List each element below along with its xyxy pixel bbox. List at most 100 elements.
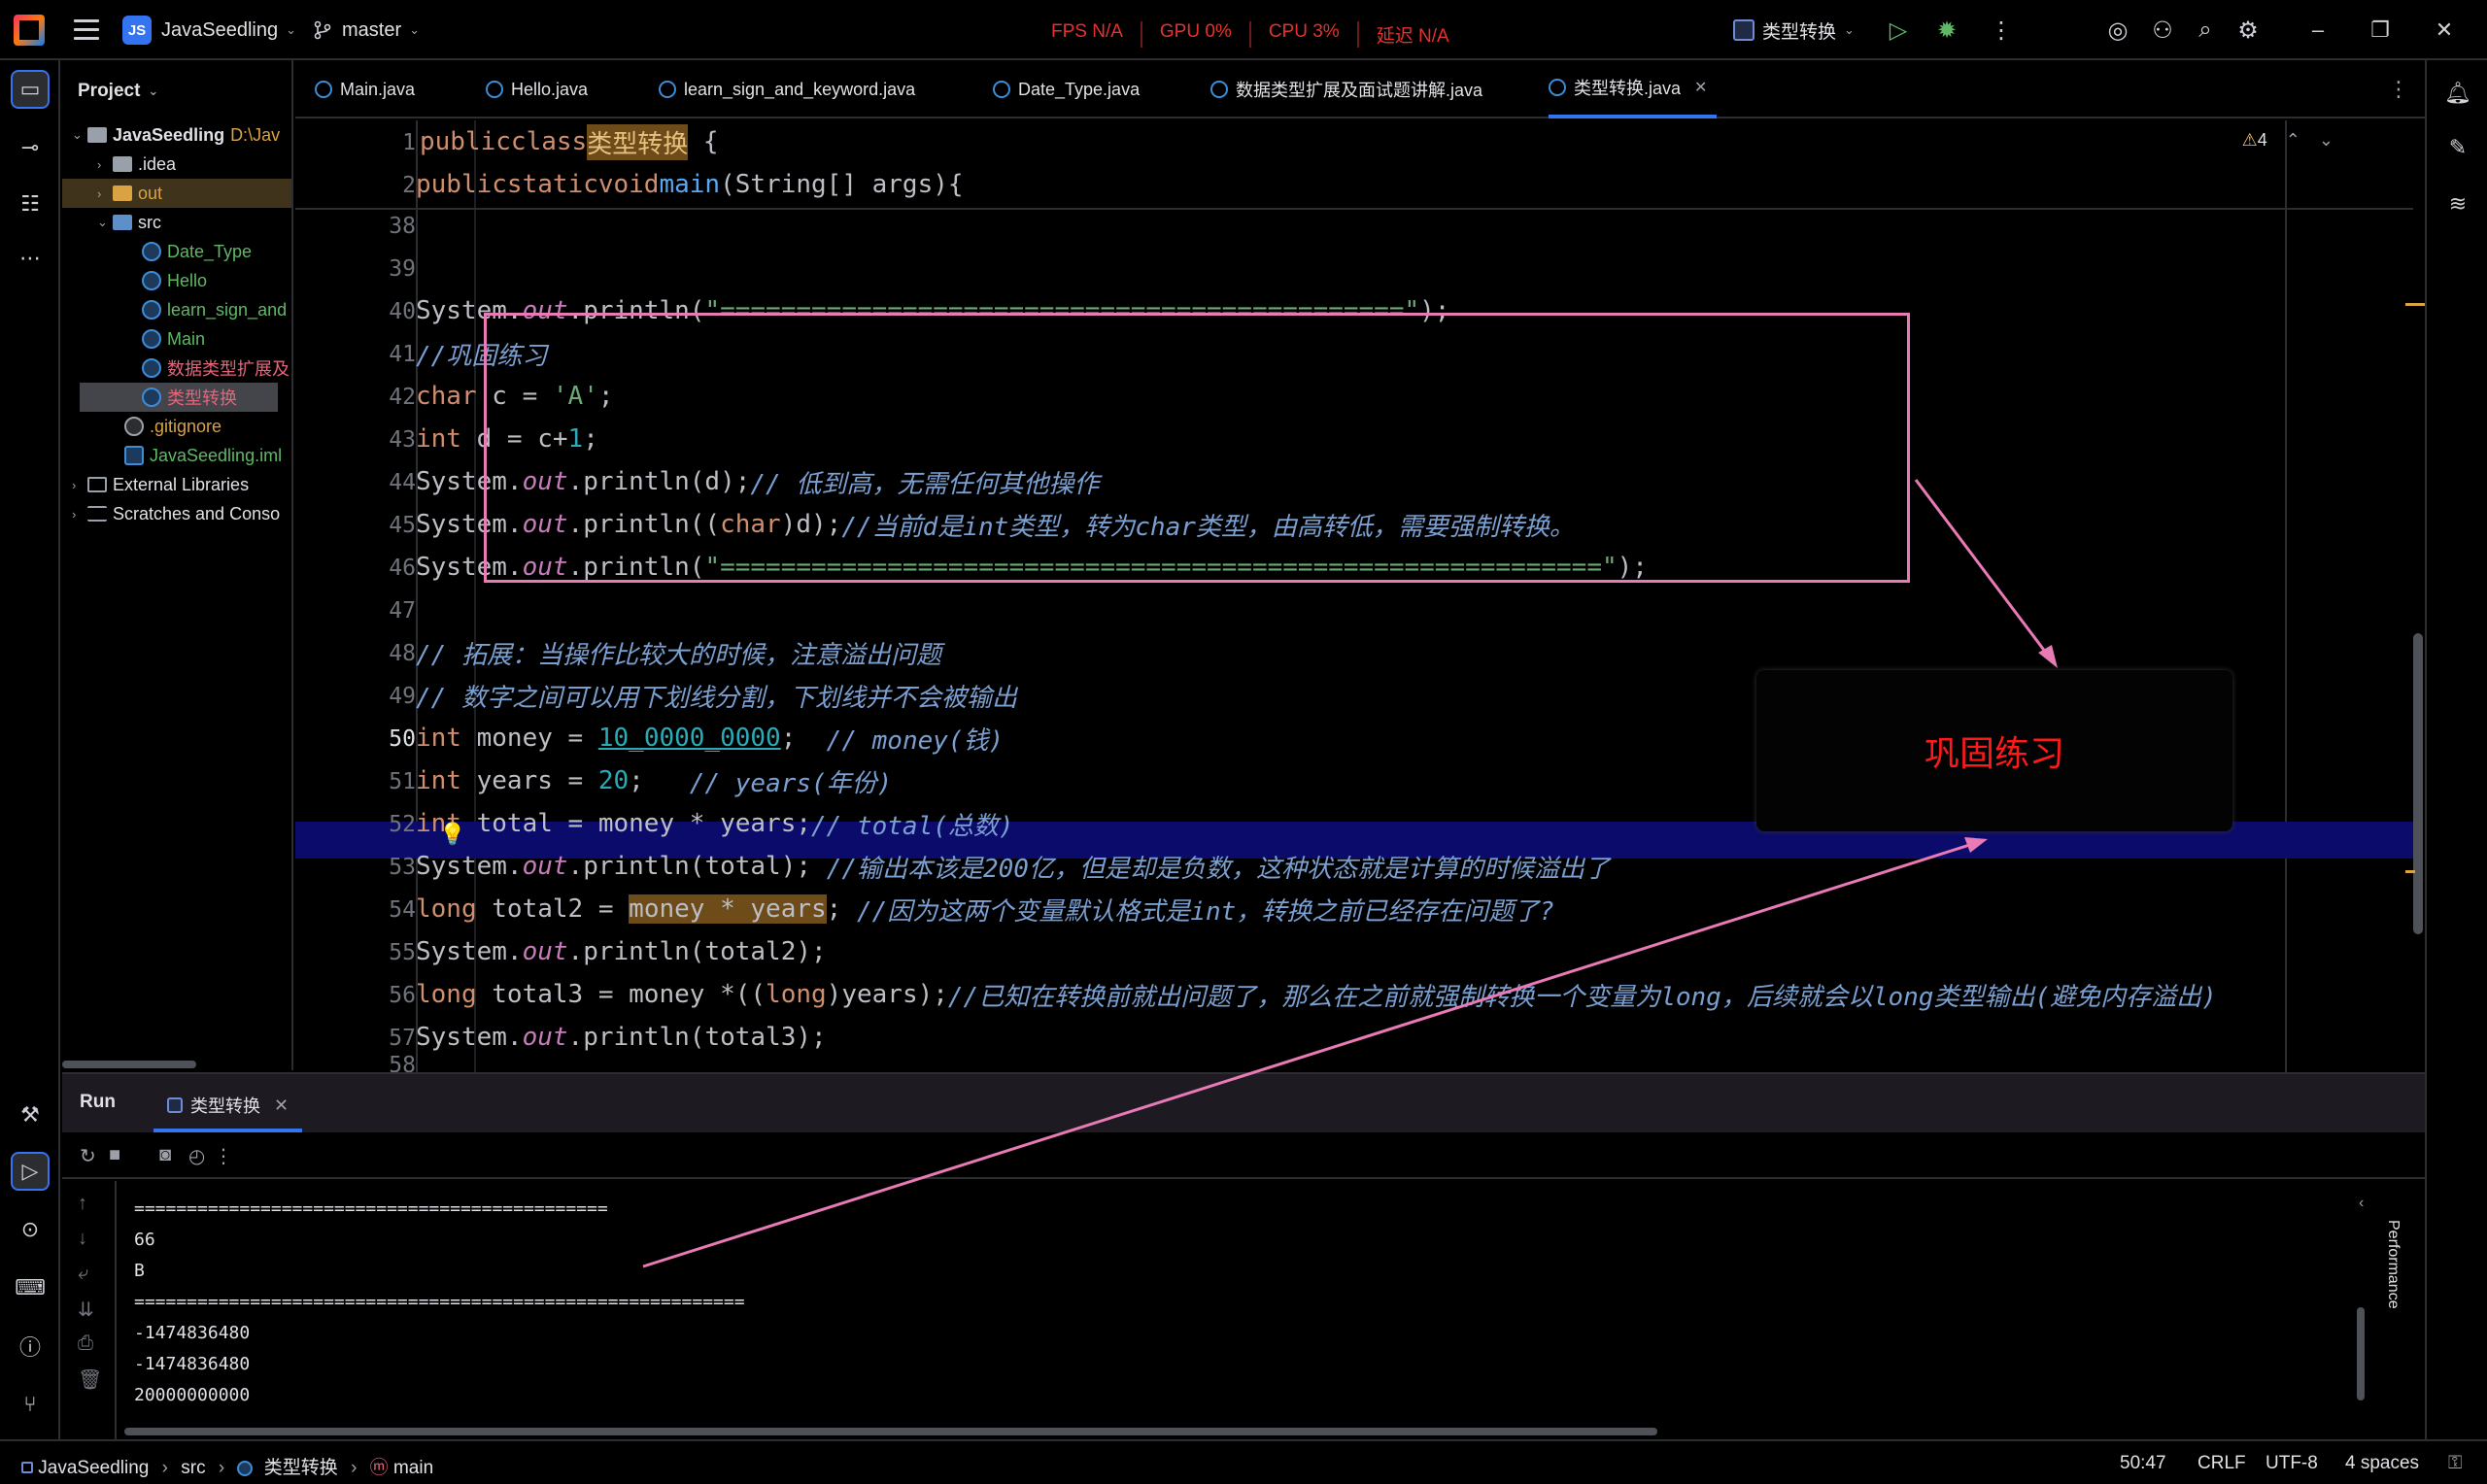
- breadcrumb-src[interactable]: src: [181, 1458, 205, 1478]
- tree-item-type-conversion[interactable]: 类型转换: [80, 383, 278, 412]
- tree-item-src[interactable]: ⌄ src: [97, 208, 161, 237]
- ai-assistant-icon[interactable]: ◎: [2104, 17, 2131, 44]
- ai-chat-icon[interactable]: ✎: [2438, 128, 2477, 167]
- tree-item-out[interactable]: › out: [62, 179, 291, 208]
- tree-label: learn_sign_and: [167, 299, 288, 320]
- trash-icon[interactable]: 🗑︎: [78, 1367, 102, 1392]
- tab-learn-sign-java[interactable]: learn_sign_and_keyword.java: [659, 60, 915, 118]
- build-tool-icon[interactable]: ⚒: [11, 1096, 50, 1134]
- run-toolbar: ↻ ■ ◙ ◴ ⋮: [62, 1134, 2425, 1179]
- tab-hello-java[interactable]: Hello.java: [486, 60, 588, 118]
- collapsed-arrow-icon[interactable]: ›: [72, 478, 87, 492]
- run-tab-label: 类型转换: [190, 1096, 260, 1116]
- tree-item-iml[interactable]: JavaSeedling.iml: [124, 441, 282, 470]
- close-window-button[interactable]: ✕: [2425, 14, 2464, 47]
- tree-item-idea[interactable]: › .idea: [97, 150, 176, 179]
- tab-main-java[interactable]: Main.java: [315, 60, 415, 118]
- add-user-icon[interactable]: ⚇: [2149, 17, 2176, 44]
- annotation-callout: 巩固练习: [1756, 670, 2232, 831]
- branch-widget[interactable]: master ⌄: [313, 14, 420, 47]
- console-horizontal-scrollbar[interactable]: [124, 1428, 1657, 1435]
- run-tool-icon[interactable]: ▷: [11, 1152, 50, 1191]
- collapsed-arrow-icon[interactable]: ›: [97, 186, 113, 201]
- stop-icon[interactable]: ■: [109, 1144, 120, 1166]
- indent-setting[interactable]: 4 spaces: [2345, 1453, 2419, 1474]
- scroll-to-end-icon[interactable]: ⇊: [78, 1298, 94, 1322]
- breadcrumb-project[interactable]: JavaSeedling: [38, 1458, 149, 1478]
- tab-type-conversion-java[interactable]: 类型转换.java ✕: [1549, 60, 1718, 118]
- collapsed-arrow-icon[interactable]: ›: [97, 157, 113, 172]
- tree-item-main[interactable]: Main: [142, 324, 205, 354]
- editor-tabs: Main.java Hello.java learn_sign_and_keyw…: [295, 60, 2425, 118]
- chevron-down-icon: ⌄: [286, 22, 296, 37]
- breadcrumb-class[interactable]: 类型转换: [264, 1458, 338, 1478]
- java-class-icon: [142, 300, 161, 320]
- more-options-icon[interactable]: ⋮: [214, 1144, 233, 1168]
- tab-data-types-java[interactable]: 数据类型扩展及面试题讲解.java: [1210, 60, 1482, 118]
- project-tool-icon[interactable]: ▭: [11, 70, 50, 109]
- structure-tool-icon[interactable]: ☷: [11, 185, 50, 223]
- tab-date-type-java[interactable]: Date_Type.java: [993, 60, 1140, 118]
- services-tool-icon[interactable]: ⊙: [11, 1210, 50, 1249]
- run-tab-type-conversion[interactable]: 类型转换 ✕: [153, 1082, 303, 1132]
- debug-icon[interactable]: ✹: [1933, 17, 1960, 44]
- console-line: 66: [134, 1230, 155, 1250]
- line-separator[interactable]: CRLF: [2197, 1453, 2246, 1474]
- expanded-arrow-icon[interactable]: ⌄: [72, 127, 87, 143]
- breadcrumb-method[interactable]: main: [393, 1458, 433, 1478]
- close-tab-icon[interactable]: ✕: [274, 1096, 289, 1116]
- project-pane-header[interactable]: Project ⌄: [62, 60, 291, 122]
- minimize-button[interactable]: –: [2299, 14, 2337, 47]
- warning-marker[interactable]: [2405, 303, 2425, 306]
- search-icon[interactable]: ⌕: [2192, 17, 2219, 44]
- problems-tool-icon[interactable]: ⓘ: [11, 1327, 50, 1366]
- horizontal-scrollbar[interactable]: [62, 1061, 196, 1068]
- lock-icon[interactable]: ⚿: [2448, 1453, 2462, 1474]
- run-icon[interactable]: ▷: [1885, 17, 1912, 44]
- chevron-left-icon[interactable]: ‹: [2359, 1195, 2364, 1212]
- tree-item-scratches[interactable]: › Scratches and Conso: [72, 499, 280, 528]
- file-encoding[interactable]: UTF-8: [2266, 1453, 2318, 1474]
- project-pane: Project ⌄ ⌄ JavaSeedling D:\Jav › .idea …: [62, 60, 293, 1070]
- terminal-tool-icon[interactable]: ⌨: [11, 1268, 50, 1307]
- screenshot-icon[interactable]: ◙: [159, 1144, 171, 1166]
- tree-item-external-libraries[interactable]: › External Libraries: [72, 470, 249, 499]
- commit-tool-icon[interactable]: ⊸: [11, 128, 50, 167]
- run-config-selector[interactable]: 类型转换 ⌄: [1733, 14, 1855, 47]
- expanded-arrow-icon[interactable]: ⌄: [97, 215, 113, 230]
- soft-wrap-icon[interactable]: ⤶: [78, 1263, 88, 1285]
- tree-item-hello[interactable]: Hello: [142, 266, 207, 295]
- vertical-scrollbar[interactable]: [2413, 633, 2423, 934]
- tree-item-gitignore[interactable]: .gitignore: [124, 412, 221, 441]
- scroll-down-icon[interactable]: ↓: [78, 1228, 87, 1250]
- rerun-icon[interactable]: ↻: [80, 1144, 96, 1168]
- settings-gear-icon[interactable]: ⚙: [2234, 17, 2262, 44]
- intellij-logo-icon[interactable]: [14, 15, 45, 46]
- git-tool-icon[interactable]: ⑂: [11, 1385, 50, 1424]
- print-icon[interactable]: ⎙: [78, 1332, 93, 1355]
- database-icon[interactable]: ≋: [2438, 185, 2477, 223]
- git-branch-icon: [314, 20, 331, 40]
- tree-item-root[interactable]: ⌄ JavaSeedling D:\Jav: [72, 120, 280, 150]
- notifications-icon[interactable]: 🔔︎: [2438, 74, 2477, 113]
- method-icon: ⓜ: [369, 1458, 389, 1478]
- tree-item-data-types[interactable]: 数据类型扩展及: [142, 354, 290, 383]
- java-class-icon: [142, 271, 161, 290]
- tree-item-date-type[interactable]: Date_Type: [142, 237, 252, 266]
- close-tab-icon[interactable]: ✕: [1694, 78, 1707, 97]
- collapsed-arrow-icon[interactable]: ›: [72, 507, 87, 522]
- scroll-up-icon[interactable]: ↑: [78, 1193, 87, 1215]
- more-tools-icon[interactable]: ⋯: [11, 239, 50, 278]
- maximize-button[interactable]: ❐: [2361, 14, 2400, 47]
- main-menu-icon[interactable]: [74, 19, 99, 41]
- profiler-icon[interactable]: ◴: [188, 1144, 205, 1168]
- caret-position[interactable]: 50:47: [2120, 1453, 2166, 1474]
- tab-options-icon[interactable]: ⋮: [2388, 60, 2409, 118]
- more-actions-icon[interactable]: ⋮: [1988, 17, 2015, 44]
- performance-side-tab[interactable]: Performance: [2384, 1220, 2402, 1309]
- project-widget[interactable]: JS JavaSeedling ⌄: [122, 14, 296, 47]
- console-vertical-scrollbar[interactable]: [2357, 1307, 2365, 1400]
- warning-marker[interactable]: [2405, 870, 2415, 873]
- lightbulb-icon[interactable]: 💡: [439, 822, 465, 847]
- tree-item-learn-sign[interactable]: learn_sign_and: [142, 295, 287, 324]
